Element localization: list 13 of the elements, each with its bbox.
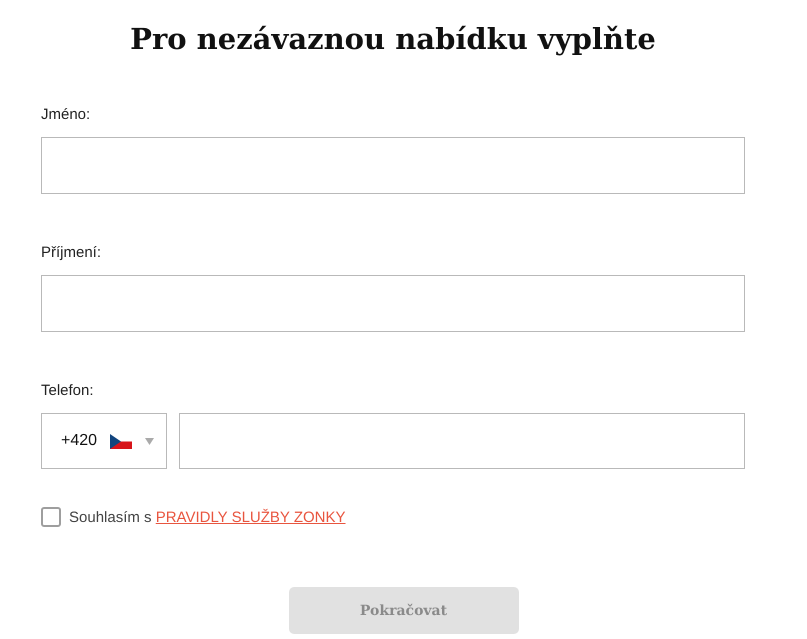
field-label: Jméno: [41, 106, 92, 124]
form-title: Pro nezávaznou nabídku vyplňte [129, 21, 657, 58]
terms-link[interactable]: PRAVIDLY SLUŽBY ZONKY [156, 508, 346, 526]
caret-icon [145, 438, 154, 444]
country-code-select[interactable]: +420 [41, 413, 167, 469]
consent-checkbox[interactable] [41, 507, 61, 527]
phone-input-field[interactable] [179, 413, 745, 469]
field-label: Telefon: [41, 382, 95, 400]
input-field[interactable] [41, 137, 745, 194]
field-label: Příjmení: [41, 244, 102, 262]
flag-icon [110, 434, 132, 448]
consent-text: Souhlasím s PRAVIDLY SLUŽBY ZONKY [69, 508, 346, 526]
input-field[interactable] [41, 275, 745, 332]
